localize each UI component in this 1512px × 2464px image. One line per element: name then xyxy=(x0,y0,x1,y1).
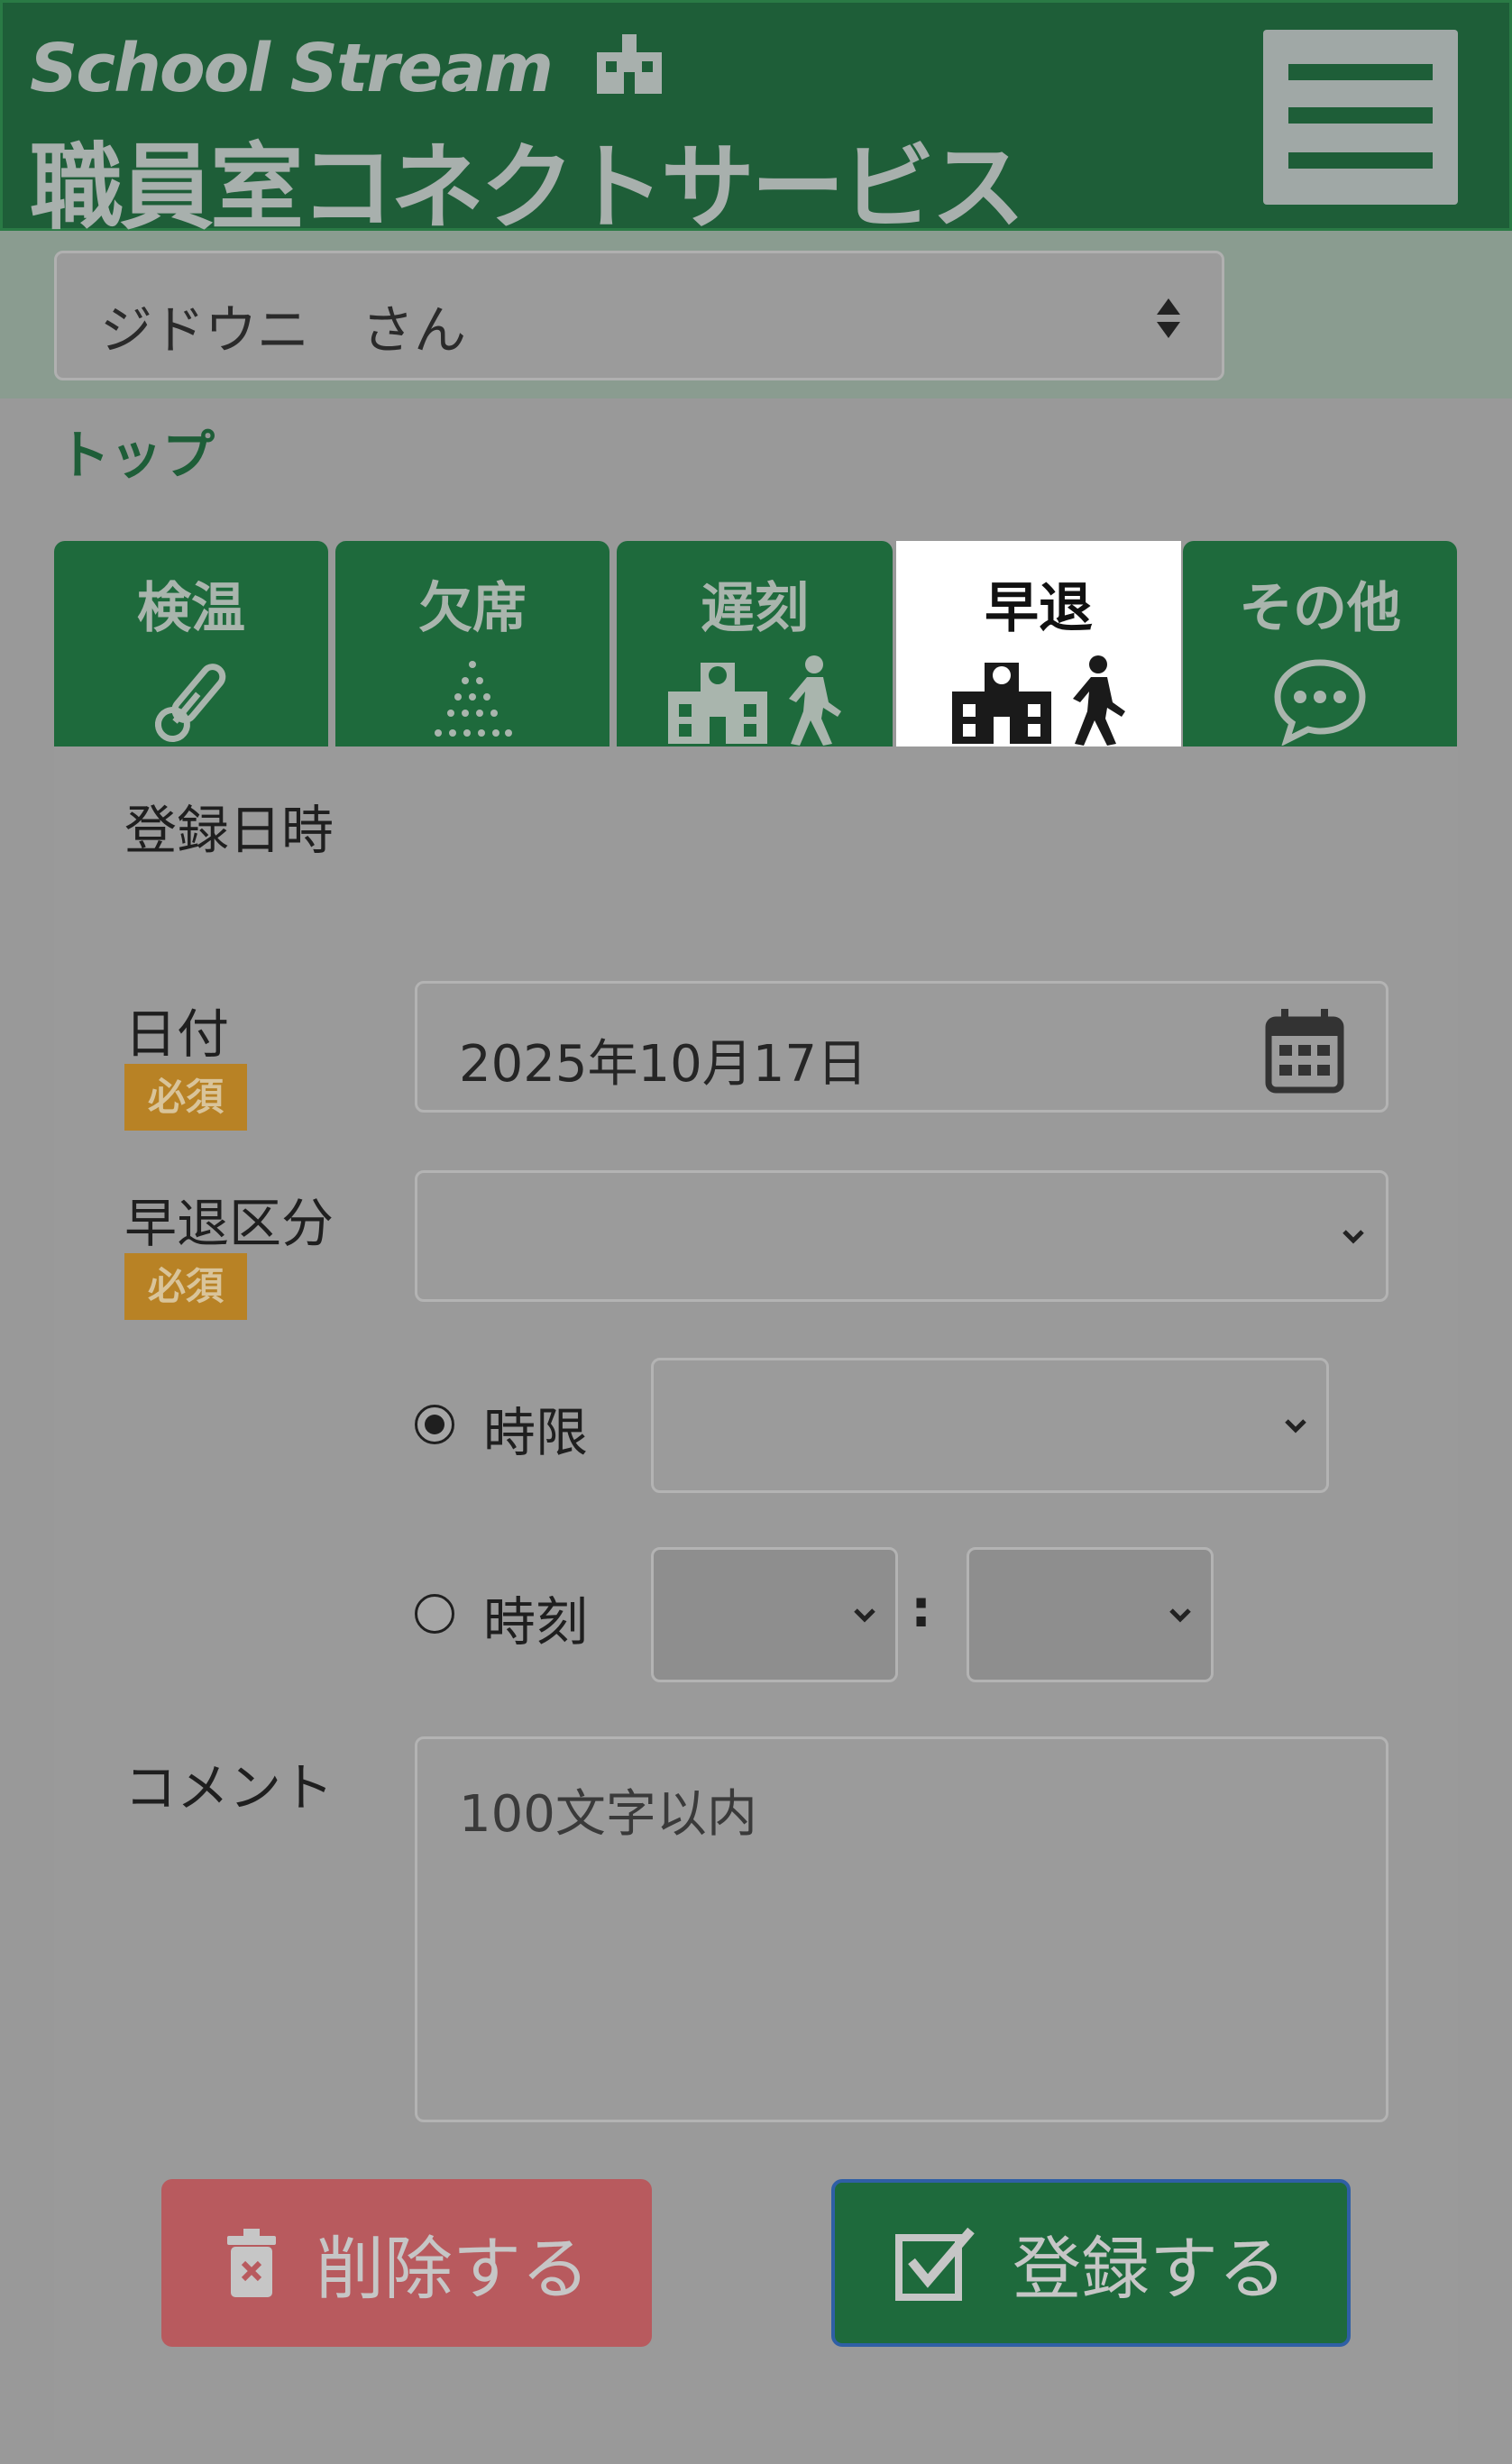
required-badge: 必須 xyxy=(124,1253,247,1320)
time-label: 時刻 xyxy=(483,1591,589,1653)
brand-logo: School Stream xyxy=(30,30,665,112)
minute-select[interactable] xyxy=(967,1547,1214,1682)
date-label: 日付 xyxy=(124,1003,230,1065)
period-radio[interactable] xyxy=(415,1405,454,1444)
form-panel: 登録日時 日付 必須 2025年10月17日 早退区分 必須 時限 時刻: コ… xyxy=(54,747,1458,2440)
form-heading: 登録日時 xyxy=(124,800,334,861)
comment-textarea[interactable]: 100文字以内 xyxy=(415,1736,1388,2122)
comment-placeholder: 100文字以内 xyxy=(459,1785,757,1844)
calendar-icon[interactable] xyxy=(1263,1007,1346,1094)
thermometer-icon xyxy=(154,664,226,743)
dots-triangle-icon xyxy=(435,661,512,737)
brand-jp: 職員室コネクトサービス xyxy=(30,133,1025,243)
student-select[interactable]: ジドウニ さん xyxy=(54,251,1224,380)
student-bar: ジドウニ さん xyxy=(0,231,1512,398)
delete-label: 削除する xyxy=(316,2229,590,2309)
check-square-icon xyxy=(895,2227,975,2301)
app-header: School Stream 職員室コネクトサービス xyxy=(0,0,1512,243)
school-walking-icon xyxy=(668,655,841,746)
leave-type-select[interactable] xyxy=(415,1170,1388,1302)
delete-button[interactable]: 削除する xyxy=(161,2179,652,2347)
date-input[interactable]: 2025年10月17日 xyxy=(415,981,1388,1113)
brand-latin: School Stream xyxy=(30,30,554,107)
period-select[interactable] xyxy=(651,1358,1329,1493)
breadcrumb[interactable]: トップ xyxy=(58,413,215,489)
student-select-value: ジドウニ さん xyxy=(100,299,467,361)
tab-label: 早退 xyxy=(985,577,1093,640)
school-building-icon xyxy=(593,32,665,112)
tab-label: 遅刻 xyxy=(701,577,809,640)
tab-late[interactable]: 遅刻 xyxy=(617,541,893,747)
chevron-down-icon xyxy=(1285,1419,1306,1434)
tab-label: 検温 xyxy=(137,577,245,640)
tab-absence[interactable]: 欠席 xyxy=(335,541,609,747)
trash-icon xyxy=(227,2229,276,2297)
required-badge: 必須 xyxy=(124,1064,247,1131)
chat-bubble-icon xyxy=(1274,659,1366,746)
hamburger-menu-button[interactable] xyxy=(1263,30,1458,205)
school-walking-icon xyxy=(952,655,1125,746)
tab-early-leave[interactable]: 早退 xyxy=(896,541,1181,747)
tab-other[interactable]: その他 xyxy=(1183,541,1457,747)
chevron-down-icon xyxy=(854,1608,875,1623)
sort-updown-icon xyxy=(1157,298,1180,338)
leave-type-label: 早退区分 xyxy=(124,1193,334,1254)
time-radio[interactable] xyxy=(415,1594,454,1634)
date-value: 2025年10月17日 xyxy=(459,1035,868,1094)
tab-label: その他 xyxy=(1239,577,1401,640)
hamburger-icon xyxy=(1288,64,1433,80)
period-label: 時限 xyxy=(483,1402,589,1463)
comment-label: コメント xyxy=(124,1757,334,1818)
tab-temperature[interactable]: 検温 xyxy=(54,541,328,747)
save-button[interactable]: 登録する xyxy=(831,2179,1351,2347)
hour-select[interactable] xyxy=(651,1547,898,1682)
chevron-down-icon xyxy=(1169,1608,1191,1623)
tab-label: 欠席 xyxy=(418,577,527,640)
chevron-down-icon xyxy=(1342,1230,1364,1244)
time-separator: : xyxy=(911,1578,932,1639)
save-label: 登録する xyxy=(1013,2229,1287,2309)
